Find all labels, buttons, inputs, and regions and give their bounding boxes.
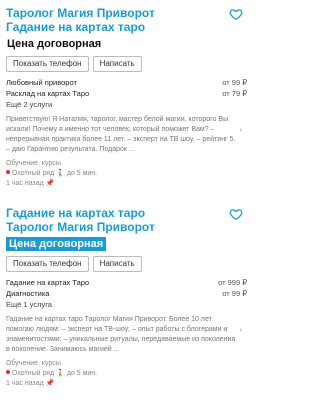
location-row: Охотный ряд 🚶 до 5 мин. [6, 169, 247, 179]
listing-description: Гадание на картах таро Таролог Магия При… [6, 315, 242, 355]
service-name: Диагностика [6, 289, 50, 298]
description-text: Приветствую! Я Наталия, таролог, мастер … [6, 116, 236, 153]
more-services-link[interactable]: Ещё 1 услуга [6, 299, 247, 310]
service-price: от 99 ₽ [222, 78, 247, 87]
favorite-heart-icon[interactable] [229, 207, 243, 221]
metro-dot-icon [6, 370, 10, 374]
listing-title-line[interactable]: Таролог Магия Приворот [6, 220, 216, 234]
write-button[interactable]: Написать [92, 56, 142, 72]
walk-icon: 🚶 [56, 170, 65, 177]
walk-icon: 🚶 [56, 370, 65, 377]
service-row: Расклад на картах Таро от 79 ₽ [6, 88, 247, 99]
price-label: Цена договорная [7, 38, 102, 50]
chevron-right-icon[interactable]: › [239, 325, 242, 335]
price-label: Цена договорная [6, 237, 107, 251]
pin-icon: 📌 [45, 380, 55, 387]
listing-card[interactable]: Таролог Магия Приворот Гадание на картах… [6, 6, 247, 189]
posted-time: 1 час назад [6, 380, 44, 387]
time-row: 1 час назад 📌 [6, 179, 247, 189]
service-price: от 999 ₽ [218, 278, 247, 287]
service-name: Любовный приворот [6, 78, 77, 87]
service-price: от 79 ₽ [222, 89, 247, 98]
metro-distance: до 5 мин. [66, 170, 98, 177]
favorite-heart-icon[interactable] [229, 7, 243, 21]
service-row: Любовный приворот от 99 ₽ [6, 77, 247, 88]
metro-dot-icon [6, 170, 10, 174]
posted-time: 1 час назад [6, 180, 44, 187]
pin-icon: 📌 [45, 180, 55, 187]
category-text: Обучение, курсы [6, 160, 61, 167]
service-row: Диагностика от 99 ₽ [6, 288, 247, 299]
description-text: Гадание на картах таро Таролог Магия При… [6, 316, 236, 353]
more-services-link[interactable]: Ещё 2 услуги [6, 99, 247, 110]
listing-feed: Таролог Магия Приворот Гадание на картах… [0, 0, 253, 400]
service-name: Расклад на картах Таро [6, 89, 90, 98]
service-name: Гадание на картах Таро [6, 278, 90, 287]
write-button[interactable]: Написать [92, 256, 142, 272]
listing-card[interactable]: Гадание на картах таро Таролог Магия При… [6, 206, 247, 389]
listing-title-line[interactable]: Таролог Магия Приворот [6, 6, 216, 20]
metro-distance: до 5 мин. [66, 370, 98, 377]
listing-title-line[interactable]: Гадание на картах таро [6, 20, 216, 34]
listing-title[interactable]: Таролог Магия Приворот Гадание на картах… [6, 6, 216, 34]
metro-station: Охотный ряд [12, 370, 55, 377]
chevron-right-icon[interactable]: › [239, 125, 242, 135]
listing-title-line[interactable]: Гадание на картах таро [6, 206, 216, 220]
show-phone-button[interactable]: Показать телефон [6, 56, 89, 72]
show-phone-button[interactable]: Показать телефон [6, 256, 89, 272]
listing-title[interactable]: Гадание на картах таро Таролог Магия При… [6, 206, 216, 234]
metro-station: Охотный ряд [12, 170, 55, 177]
category-text: Обучение, курсы [6, 360, 61, 367]
service-price: от 99 ₽ [222, 289, 247, 298]
listing-description: Приветствую! Я Наталия, таролог, мастер … [6, 115, 242, 155]
time-row: 1 час назад 📌 [6, 379, 247, 389]
service-row: Гадание на картах Таро от 999 ₽ [6, 277, 247, 288]
location-row: Охотный ряд 🚶 до 5 мин. [6, 369, 247, 379]
